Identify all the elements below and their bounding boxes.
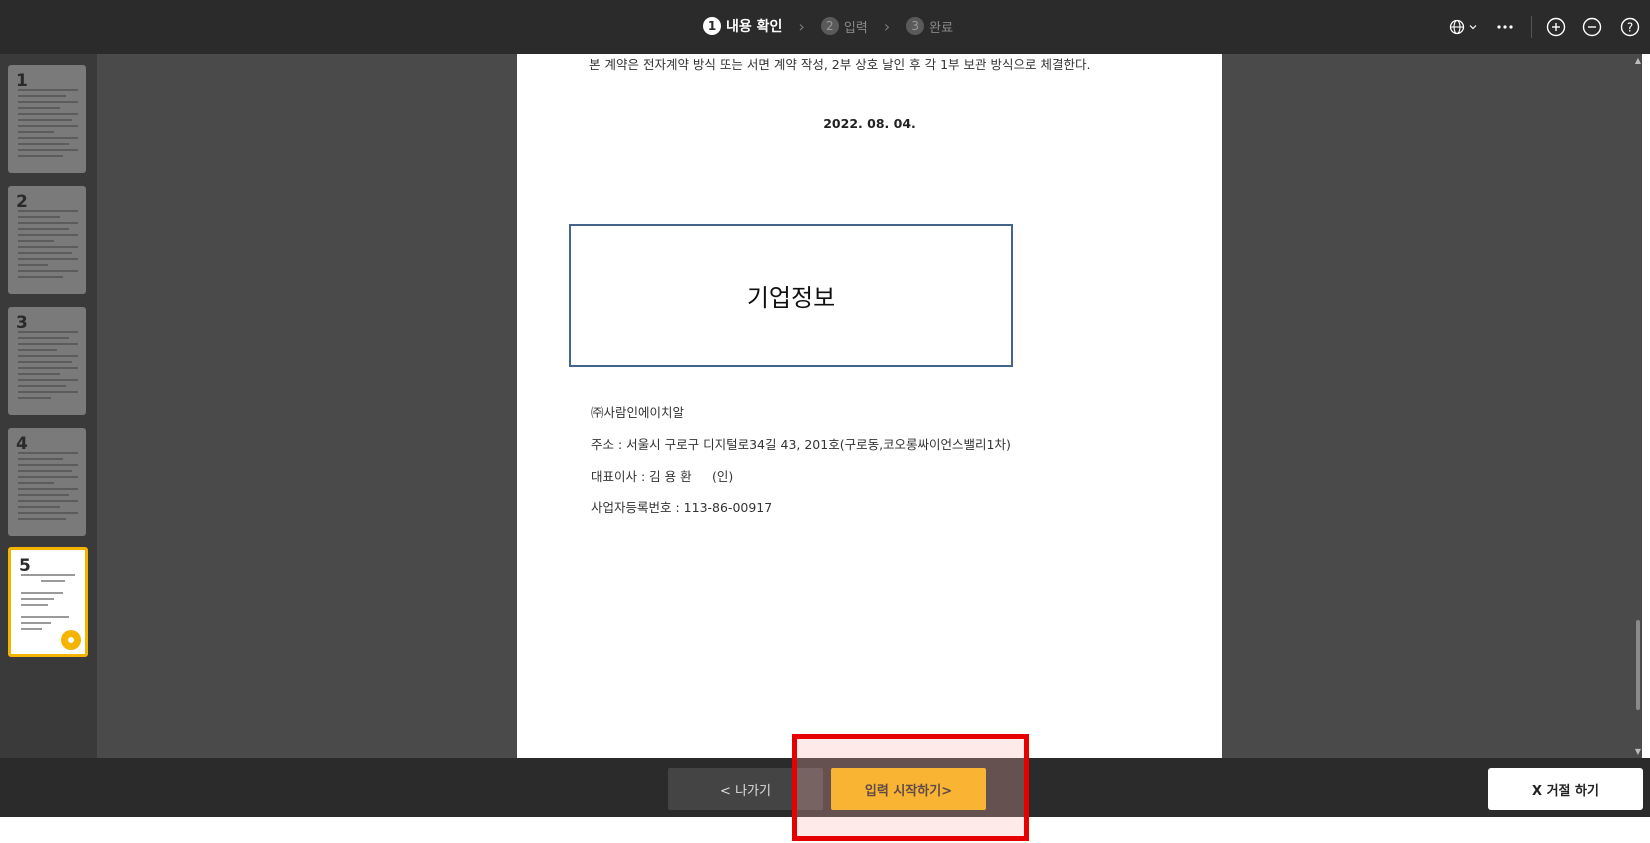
step-label: 입력 — [843, 20, 868, 36]
thumbnail-preview — [21, 574, 81, 634]
thumbnail-number: 2 — [16, 192, 28, 212]
top-bar: 1 내용 확인 › 2 입력 › 3 완료 ? — [0, 0, 1650, 54]
contract-clause-text: 본 계약은 전자계약 방식 또는 서면 계약 작성, 2부 상호 날인 후 각 … — [589, 57, 1091, 72]
help-icon: ? — [1620, 17, 1640, 37]
step-label: 내용 확인 — [726, 19, 783, 35]
company-address: 주소 : 서울시 구로구 디지털로34길 43, 201호(구로동,코오롱싸이언… — [591, 437, 1011, 452]
step-complete: 3 완료 — [906, 17, 953, 36]
zoom-out-button[interactable] — [1574, 17, 1610, 37]
reject-button[interactable]: X 거절 하기 — [1488, 768, 1643, 810]
company-info-label: 기업정보 — [746, 284, 836, 312]
toolbar: ? — [1441, 14, 1650, 40]
bottom-bar: < 나가기 입력 시작하기> X 거절 하기 — [0, 758, 1650, 817]
thumbnail-preview — [18, 89, 78, 161]
scroll-up-icon[interactable]: ▲ — [1634, 56, 1642, 65]
thumbnail-page-5[interactable]: 5 — [8, 547, 88, 657]
step-number: 3 — [906, 17, 925, 35]
step-review: 1 내용 확인 — [703, 16, 782, 36]
page-thumbnails: 1 2 3 4 5 — [0, 54, 97, 758]
company-info-box: 기업정보 — [569, 224, 1013, 367]
document-viewer[interactable]: 본 계약은 전자계약 방식 또는 서면 계약 작성, 2부 상호 날인 후 각 … — [97, 54, 1642, 758]
step-label: 완료 — [929, 20, 954, 36]
globe-icon — [1449, 19, 1464, 35]
more-button[interactable] — [1485, 24, 1525, 30]
company-name: ㈜사람인에이치알 — [591, 405, 685, 420]
more-icon — [1497, 25, 1513, 29]
help-button[interactable]: ? — [1610, 17, 1650, 37]
thumbnail-preview — [18, 210, 78, 282]
contract-date: 2022. 08. 04. — [823, 116, 916, 131]
zoom-out-icon — [1582, 17, 1602, 37]
document-page: 본 계약은 전자계약 방식 또는 서면 계약 작성, 2부 상호 날인 후 각 … — [517, 54, 1222, 758]
step-indicator: 1 내용 확인 › 2 입력 › 3 완료 — [703, 14, 953, 38]
start-input-button[interactable]: 입력 시작하기> — [831, 768, 986, 810]
vertical-scrollbar[interactable]: ▲ ▼ — [1634, 54, 1642, 758]
step-number: 2 — [820, 17, 839, 35]
svg-text:?: ? — [1627, 21, 1633, 35]
chevron-right-icon: › — [883, 16, 891, 36]
thumbnail-number: 4 — [16, 434, 28, 454]
thumbnail-number: 1 — [16, 71, 28, 91]
exit-button[interactable]: < 나가기 — [668, 768, 823, 810]
thumbnail-page-2[interactable]: 2 — [8, 186, 86, 294]
zoom-in-icon — [1546, 17, 1566, 37]
signature-target-icon — [61, 630, 81, 650]
zoom-in-button[interactable] — [1538, 17, 1574, 37]
language-button[interactable] — [1441, 19, 1485, 35]
thumbnail-page-4[interactable]: 4 — [8, 428, 86, 536]
thumbnail-page-3[interactable]: 3 — [8, 307, 86, 415]
step-input: 2 입력 — [820, 17, 868, 36]
thumbnail-page-1[interactable]: 1 — [8, 65, 86, 173]
business-registration-number: 사업자등록번호 : 113-86-00917 — [591, 500, 773, 515]
thumbnail-number: 3 — [16, 313, 28, 333]
thumbnail-preview — [18, 452, 78, 524]
chevron-right-icon: › — [798, 16, 805, 36]
scroll-down-icon[interactable]: ▼ — [1634, 747, 1642, 756]
toolbar-divider — [1531, 16, 1532, 38]
chevron-down-icon — [1469, 25, 1476, 30]
scrollbar-thumb[interactable] — [1636, 620, 1640, 710]
thumbnail-number: 5 — [19, 556, 31, 576]
thumbnail-preview — [18, 331, 78, 403]
step-number: 1 — [703, 17, 721, 35]
company-ceo: 대표이사 : 김 용 환 (인) — [591, 469, 734, 484]
